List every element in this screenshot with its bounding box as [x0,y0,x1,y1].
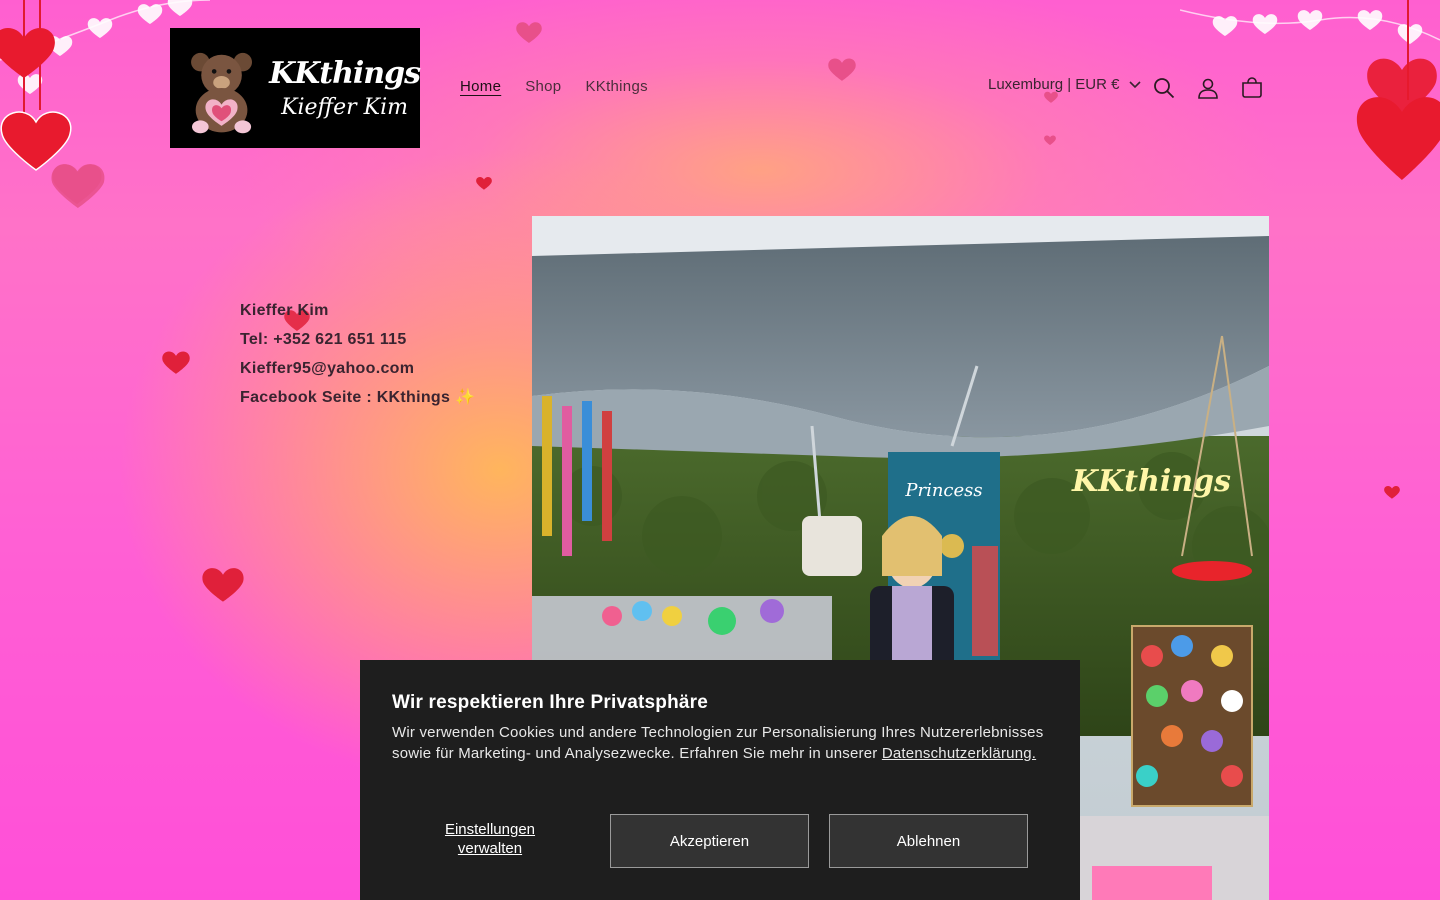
contact-name: Kieffer Kim [240,302,329,319]
nav-home[interactable]: Home [448,76,513,97]
site-header: KKthings Kieffer Kim Home Shop KKthings … [0,0,1440,176]
cookie-banner-title: Wir respektieren Ihre Privatsphäre [392,692,709,713]
teddy-bear-icon [191,52,253,134]
contact-facebook: Facebook Seite : KKthings ✨ [240,383,475,412]
contact-facebook-text: Facebook Seite : KKthings [240,389,451,406]
manage-settings-label-2: verwalten [457,840,523,857]
logo-brand-bottom: Kieffer Kim [281,95,409,120]
main-nav: Home Shop KKthings [448,76,660,97]
privacy-policy-link[interactable]: Datenschutzerklärung. [882,745,1036,762]
contact-phone: Tel: +352 621 651 115 [240,331,407,348]
cart-button[interactable] [1236,72,1268,104]
nav-shop[interactable]: Shop [513,76,573,97]
contact-info: Kieffer Kim Tel: +352 621 651 115 Kieffe… [240,296,475,412]
manage-settings-label-1: Einstellungen [444,821,536,838]
heart-icon [202,568,244,602]
heart-icon [1384,485,1400,499]
cookie-banner-actions: Einstellungen verwalten Akzeptieren Ableh… [392,814,1048,868]
princess-sign-text: Princess [904,480,982,501]
contact-email: Kieffer95@yahoo.com [240,360,415,377]
search-icon [1154,78,1175,99]
country-currency-selector[interactable]: Luxemburg | EUR € [988,76,1142,93]
search-button[interactable] [1148,72,1180,104]
cart-icon [1242,77,1262,98]
account-button[interactable] [1192,72,1224,104]
logo-brand-top: KKthings [269,56,421,91]
neon-sign-text: KKthings [1071,464,1231,499]
manage-settings-link[interactable]: Einstellungen verwalten [392,820,588,858]
sparkles-emoji: ✨ [454,389,476,406]
account-icon [1198,78,1218,99]
chevron-down-icon [1129,80,1142,88]
decline-button[interactable]: Ablehnen [829,814,1028,868]
heart-icon [162,351,190,374]
logo-wordmark: KKthings Kieffer Kim [269,56,421,120]
country-currency-label: Luxemburg | EUR € [988,76,1120,93]
cookie-banner-message: Wir verwenden Cookies und andere Technol… [392,722,1048,764]
accept-button[interactable]: Akzeptieren [610,814,809,868]
cookie-consent-banner: Wir respektieren Ihre Privatsphäre Wir v… [360,660,1080,900]
nav-kkthings[interactable]: KKthings [573,76,659,97]
site-logo[interactable]: KKthings Kieffer Kim [170,28,421,148]
heart-icon [476,176,492,190]
